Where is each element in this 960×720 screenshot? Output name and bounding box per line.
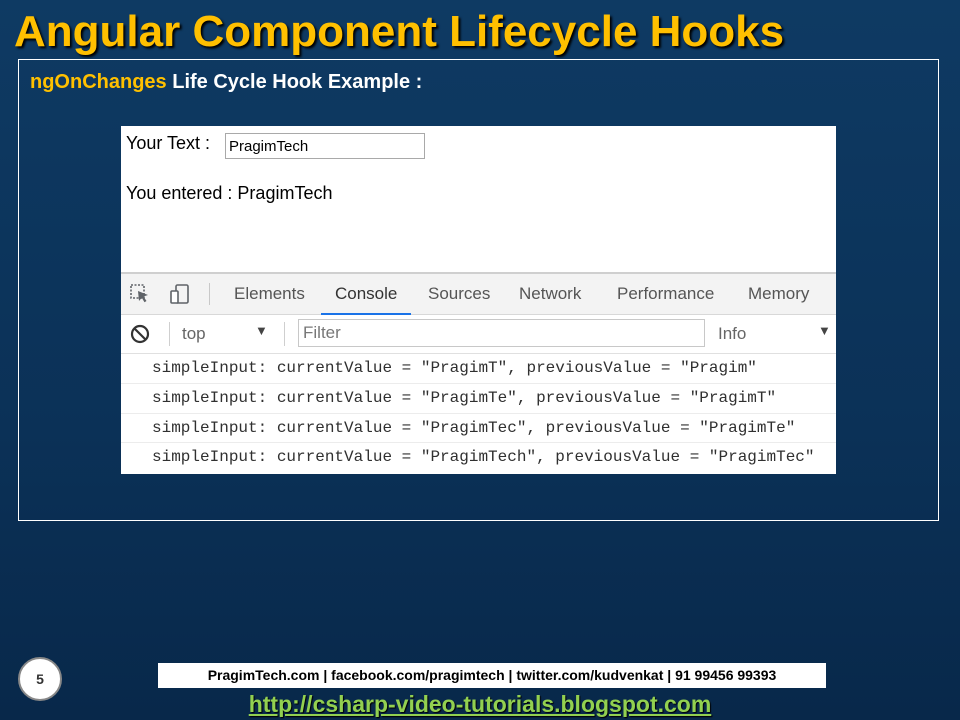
tab-console[interactable]: Console <box>320 274 412 315</box>
filter-divider <box>169 322 170 346</box>
console-log-entry: simpleInput: currentValue = "PragimTe", … <box>121 384 836 414</box>
browser-screenshot: Your Text : You entered : PragimTech Ele… <box>121 126 836 474</box>
filter-divider <box>284 322 285 346</box>
tab-memory[interactable]: Memory <box>748 274 809 314</box>
tab-performance[interactable]: Performance <box>617 274 714 314</box>
clear-console-icon[interactable] <box>129 323 151 345</box>
console-log-list: simpleInput: currentValue = "PragimT", p… <box>121 354 836 473</box>
entered-text-output: You entered : PragimTech <box>126 183 333 203</box>
inspect-element-icon[interactable] <box>129 283 151 305</box>
log-level-selector[interactable]: Info <box>718 324 746 344</box>
blog-link[interactable]: http://csharp-video-tutorials.blogspot.c… <box>0 690 960 718</box>
tab-sources[interactable]: Sources <box>428 274 490 314</box>
contact-info-bar: PragimTech.com | facebook.com/pragimtech… <box>158 663 826 688</box>
log-level-dropdown-icon[interactable]: ▼ <box>818 323 831 338</box>
console-log-entry: simpleInput: currentValue = "PragimTec",… <box>121 414 836 444</box>
context-selector[interactable]: top <box>182 324 206 344</box>
slide-subtitle: ngOnChanges Life Cycle Hook Example : <box>30 69 422 95</box>
your-text-label: Your Text : <box>126 133 211 153</box>
devtools-tab-bar: Elements Console Sources Network Perform… <box>121 274 836 315</box>
console-log-entry: simpleInput: currentValue = "PragimTech"… <box>152 448 815 467</box>
context-dropdown-icon[interactable]: ▼ <box>255 323 268 338</box>
slide-title: Angular Component Lifecycle Hooks <box>14 7 785 56</box>
subtitle-keyword: ngOnChanges <box>30 71 167 93</box>
devtools-panel: Elements Console Sources Network Perform… <box>121 272 836 474</box>
tab-network[interactable]: Network <box>519 274 581 314</box>
console-filter-input[interactable] <box>298 319 705 347</box>
toolbar-divider <box>209 283 210 305</box>
subtitle-text: Life Cycle Hook Example : <box>166 71 423 93</box>
console-log-entry: simpleInput: currentValue = "PragimT", p… <box>121 354 836 384</box>
your-text-input[interactable] <box>225 133 425 159</box>
device-toolbar-icon[interactable] <box>169 283 191 305</box>
tab-elements[interactable]: Elements <box>234 274 305 314</box>
console-filter-bar: top ▼ Info ▼ <box>121 315 836 354</box>
